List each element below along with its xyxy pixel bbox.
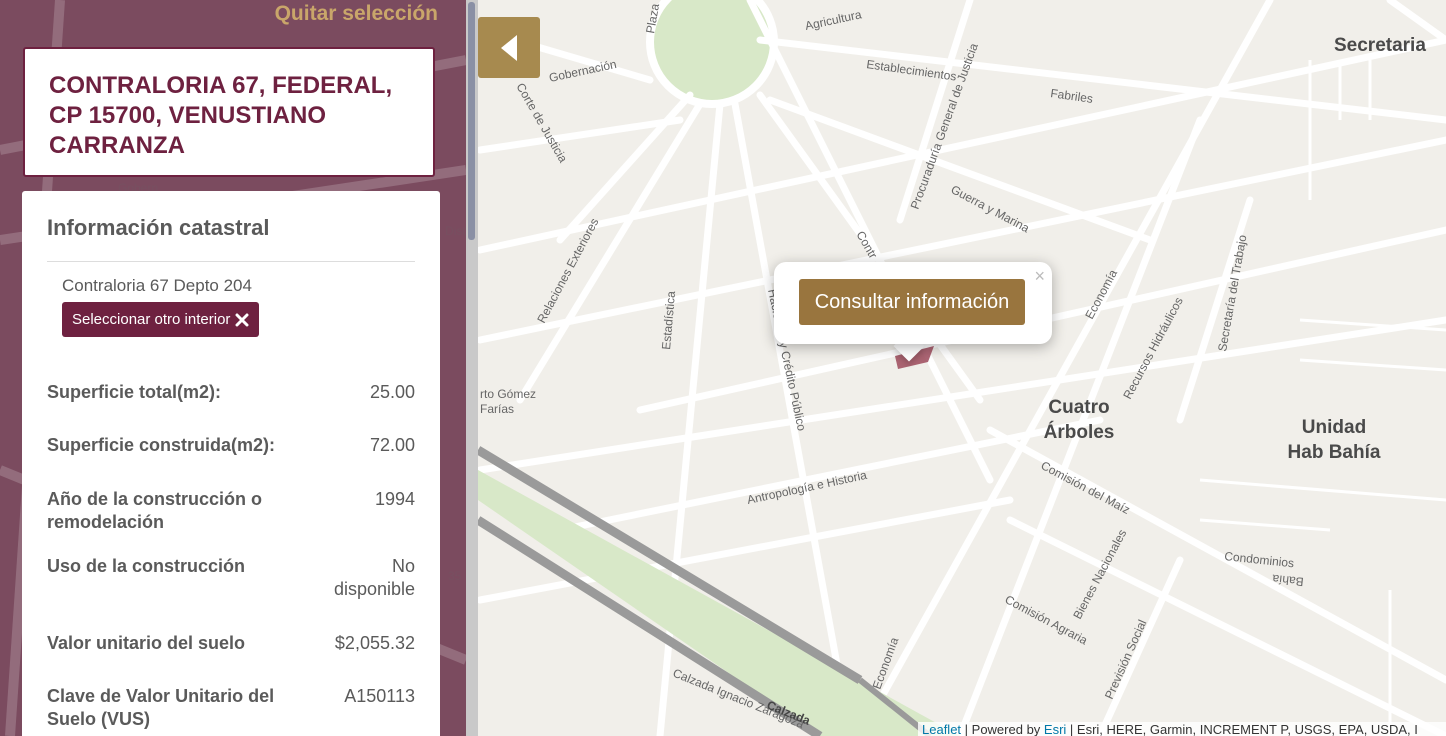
field-label: Superficie total(m2): bbox=[47, 382, 222, 402]
sidebar-scrollbar[interactable] bbox=[466, 0, 478, 736]
leaflet-link[interactable]: Leaflet bbox=[922, 722, 961, 736]
street-label: rto Gómez bbox=[480, 387, 536, 401]
field-label: Uso de la construcción bbox=[47, 556, 246, 576]
address-line: CP 15700, VENUSTIANO bbox=[49, 102, 326, 129]
sidebar-panel: Gobern Dist 35 Quitar selección CONTRALO… bbox=[0, 0, 466, 736]
area-label-secretaria: Secretaria bbox=[1334, 35, 1426, 56]
arrow-left-icon bbox=[501, 34, 517, 61]
field-value: $2,055.32 bbox=[334, 633, 415, 653]
collapse-sidebar-button[interactable] bbox=[478, 17, 540, 78]
area-label-cuatro-arboles: Árboles bbox=[1044, 421, 1115, 443]
close-x-icon bbox=[235, 313, 249, 326]
address-line: CARRANZA bbox=[49, 132, 185, 159]
field-row-valor-unitario: Valor unitario del suelo $2,055.32 bbox=[47, 632, 415, 655]
field-label: Superficie construida(m2): bbox=[47, 435, 276, 455]
cadastral-info-card: Información catastral Contraloria 67 Dep… bbox=[22, 191, 440, 736]
area-label-unidad-bahia: Unidad bbox=[1302, 417, 1366, 438]
field-row-uso-construccion: Uso de la construcción No disponible bbox=[47, 555, 415, 601]
field-label-line: Suelo (VUS) bbox=[47, 709, 151, 729]
area-label-unidad-bahia: Hab Bahía bbox=[1288, 442, 1381, 463]
divider bbox=[47, 261, 415, 262]
field-row-anio-construccion: Año de la construcción o remodelación 19… bbox=[47, 488, 415, 534]
field-value-line: No bbox=[391, 556, 415, 576]
field-label-line: Clave de Valor Unitario del bbox=[47, 686, 275, 706]
consult-info-button[interactable]: Consultar información bbox=[799, 279, 1025, 325]
street-label: Farías bbox=[480, 402, 514, 416]
field-value: A150113 bbox=[344, 686, 415, 706]
field-label: Año de la construcción o remodelación bbox=[47, 488, 262, 534]
field-value-line: disponible bbox=[333, 579, 415, 599]
attribution-text: | Esri, HERE, Garmin, INCREMENT P, USGS,… bbox=[1066, 722, 1418, 736]
field-row-clave-vus: Clave de Valor Unitario del Suelo (VUS) … bbox=[47, 685, 415, 731]
field-label: Clave de Valor Unitario del Suelo (VUS) bbox=[47, 685, 274, 731]
attribution-text: | Powered by bbox=[961, 722, 1044, 736]
info-card-title: Información catastral bbox=[47, 215, 270, 240]
select-other-interior-button[interactable]: Seleccionar otro interior bbox=[62, 302, 260, 337]
field-value: 72.00 bbox=[369, 435, 415, 455]
basemap: Agricultura Establecimientos Fabriles Go… bbox=[478, 0, 1446, 736]
field-label: Valor unitario del suelo bbox=[47, 633, 246, 653]
field-row-superficie-construida: Superficie construida(m2): 72.00 bbox=[47, 434, 415, 457]
select-other-interior-label: Seleccionar otro interior bbox=[72, 311, 231, 328]
address-card: CONTRALORIA 67, FEDERAL, CP 15700, VENUS… bbox=[23, 47, 435, 177]
field-value: No disponible bbox=[334, 555, 415, 601]
field-value: 1994 bbox=[374, 489, 415, 509]
esri-link[interactable]: Esri bbox=[1044, 722, 1066, 736]
close-icon[interactable]: × bbox=[1034, 266, 1045, 287]
clear-selection-link[interactable]: Quitar selección bbox=[275, 2, 438, 26]
map-canvas[interactable]: Agricultura Establecimientos Fabriles Go… bbox=[478, 0, 1446, 736]
field-row-superficie-total: Superficie total(m2): 25.00 bbox=[47, 381, 415, 404]
field-label-line: remodelación bbox=[47, 512, 165, 532]
address-line: CONTRALORIA 67, FEDERAL, bbox=[49, 72, 393, 99]
area-label-cuatro-arboles: Cuatro bbox=[1048, 397, 1109, 418]
map-popup: × Consultar información bbox=[774, 262, 1052, 344]
interior-label: Contraloria 67 Depto 204 bbox=[62, 276, 252, 295]
sidebar-ghost-label-3: 35 bbox=[448, 569, 462, 583]
sidebar-ghost-label-2: Dist bbox=[445, 224, 466, 238]
scrollbar-thumb[interactable] bbox=[468, 2, 475, 240]
field-label-line: Año de la construcción o bbox=[47, 489, 263, 509]
map-attribution: Leaflet | Powered by Esri | Esri, HERE, … bbox=[918, 722, 1446, 736]
field-value: 25.00 bbox=[369, 382, 415, 402]
